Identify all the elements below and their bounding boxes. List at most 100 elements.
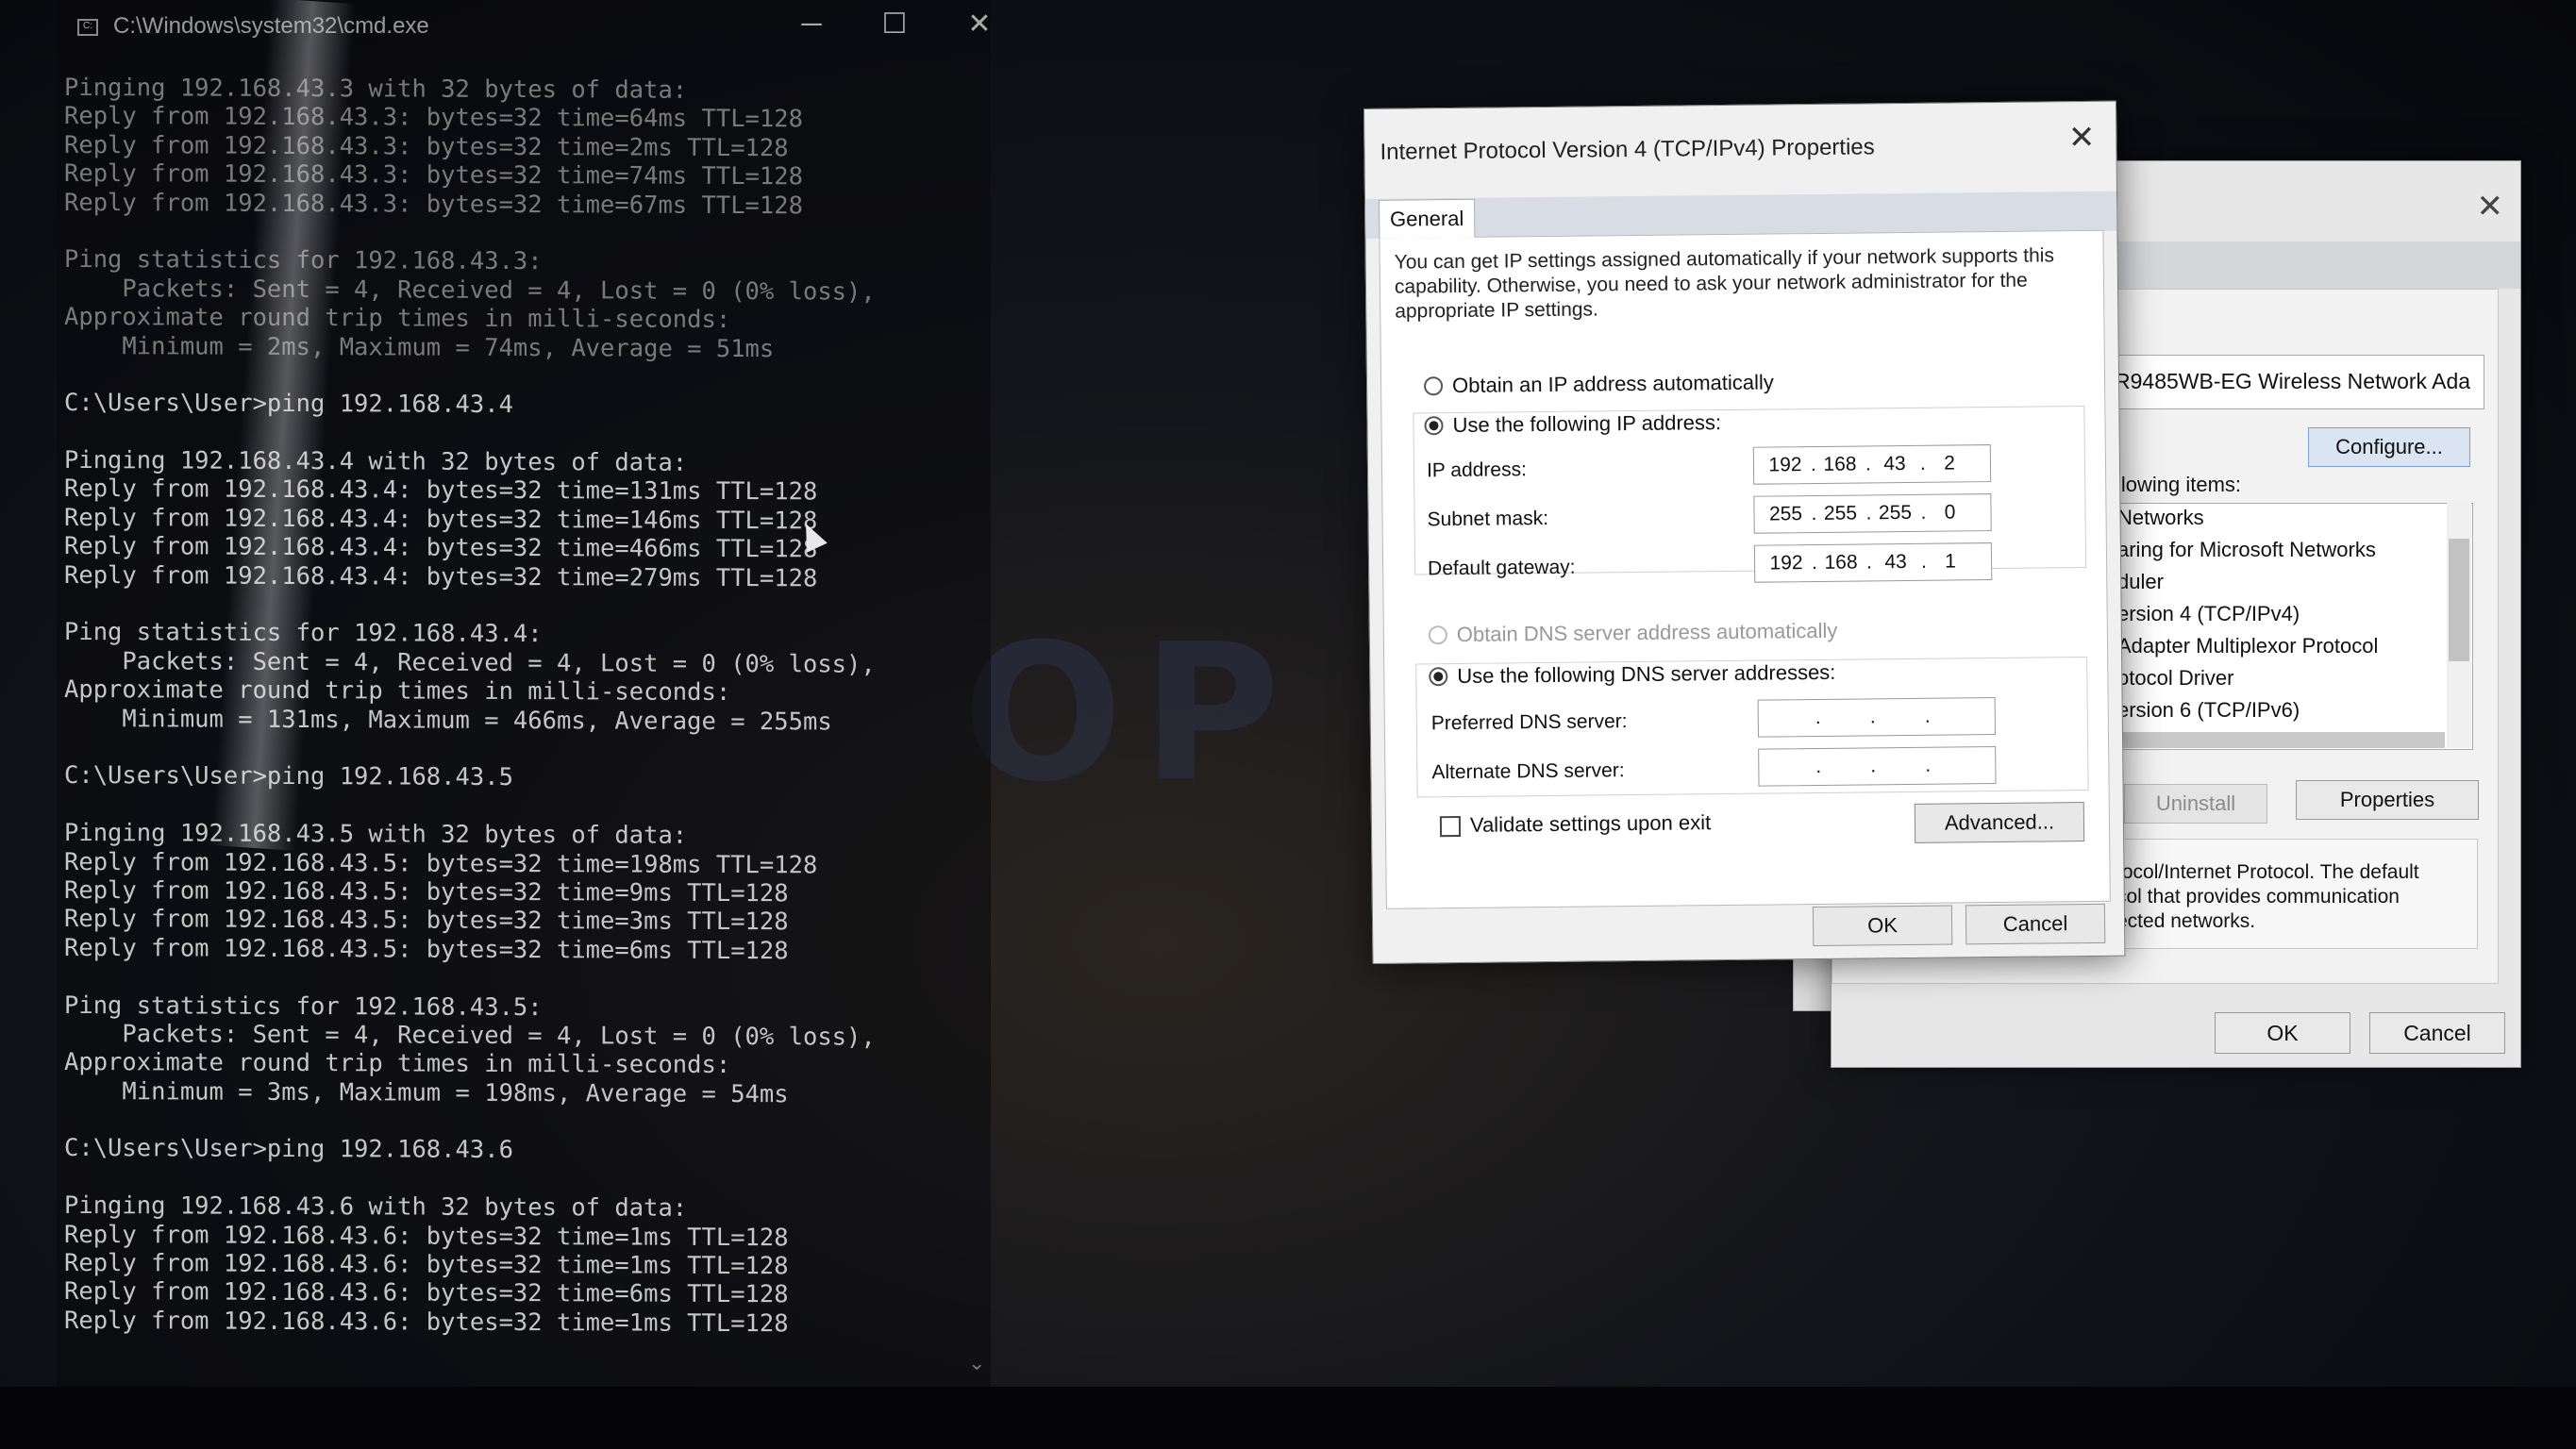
cmd-line (64, 360, 951, 392)
default-gateway-field[interactable]: 192. 168. 43. 1 (1753, 542, 1993, 583)
cmd-line: Pinging 192.168.43.6 with 32 bytes of da… (64, 1191, 688, 1224)
cmd-line: Reply from 192.168.43.4: bytes=32 time=2… (64, 560, 818, 593)
preferred-dns-field[interactable]: ... (1757, 697, 1996, 738)
cmd-window-title: C:\Windows\system32\cmd.exe (113, 13, 429, 39)
ipv4-properties-dialog: Internet Protocol Version 4 (TCP/IPv4) P… (1363, 100, 2126, 964)
subnet-mask-field[interactable]: 255. 255. 255. 0 (1753, 493, 1992, 534)
list-item[interactable]: duler (2117, 570, 2164, 594)
obtain-dns-auto-radio[interactable] (1428, 625, 1447, 645)
cmd-line (64, 418, 951, 450)
ip-address-field[interactable]: 192. 168. 43. 2 (1752, 444, 1992, 485)
cmd-line: Reply from 192.168.43.5: bytes=32 time=9… (64, 875, 789, 908)
advanced-button[interactable]: Advanced... (1914, 802, 2085, 843)
subnet-mask-label: Subnet mask: (1427, 507, 1549, 531)
intro-text: You can get IP settings assigned automat… (1394, 244, 2055, 323)
cmd-line: Reply from 192.168.43.6: bytes=32 time=1… (64, 1248, 789, 1281)
cmd-line: Minimum = 2ms, Maximum = 74ms, Average =… (64, 331, 775, 363)
list-item[interactable]: ersion 4 (TCP/IPv4) (2117, 602, 2300, 626)
cmd-line: Reply from 192.168.43.3: bytes=32 time=6… (64, 102, 803, 134)
horizontal-scrollbar[interactable] (2113, 732, 2445, 748)
monitor-bezel (0, 1387, 2576, 1449)
cmd-line: Pinging 192.168.43.4 with 32 bytes of da… (64, 446, 688, 477)
items-list[interactable]: Networks aring for Microsoft Networks du… (2113, 503, 2473, 750)
dialog-title: Internet Protocol Version 4 (TCP/IPv4) P… (1380, 134, 1875, 165)
ip-address-label: IP address: (1426, 458, 1527, 482)
cmd-line: Reply from 192.168.43.5: bytes=32 time=6… (64, 933, 789, 966)
list-item[interactable]: ersion 6 (TCP/IPv6) (2117, 698, 2300, 723)
cmd-line (64, 1106, 951, 1138)
cmd-line: C:\Users\User>ping 192.168.43.5 (64, 761, 513, 792)
cmd-line: Reply from 192.168.43.5: bytes=32 time=1… (64, 847, 818, 879)
cmd-line: Ping statistics for 192.168.43.3: (64, 245, 543, 276)
cmd-line: Reply from 192.168.43.6: bytes=32 time=1… (64, 1306, 789, 1339)
cmd-line: Reply from 192.168.43.5: bytes=32 time=3… (64, 905, 789, 937)
cmd-window: C: C:\Windows\system32\cmd.exe ─ ☐ ✕ Pin… (57, 0, 991, 1387)
alternate-dns-field[interactable]: ... (1758, 746, 1997, 787)
close-button[interactable]: ✕ (961, 6, 991, 43)
description-text: ected networks. (2116, 910, 2256, 932)
cmd-line: Reply from 192.168.43.6: bytes=32 time=6… (64, 1277, 789, 1309)
cmd-line: Reply from 192.168.43.3: bytes=32 time=7… (64, 159, 803, 192)
cmd-scrollbar[interactable] (964, 57, 989, 1377)
cmd-icon: C: (77, 19, 98, 36)
items-label: llowing items: (2116, 473, 2242, 496)
cancel-button[interactable]: Cancel (1965, 903, 2106, 945)
alternate-dns-label: Alternate DNS server: (1431, 759, 1625, 784)
cmd-line: Pinging 192.168.43.5 with 32 bytes of da… (64, 819, 688, 850)
close-icon[interactable]: ✕ (2068, 119, 2096, 157)
properties-button[interactable]: Properties (2296, 780, 2479, 820)
validate-label[interactable]: Validate settings upon exit (1470, 810, 1711, 838)
cmd-line (64, 791, 951, 823)
cmd-line: Reply from 192.168.43.3: bytes=32 time=6… (64, 188, 803, 220)
cmd-line: Ping statistics for 192.168.43.4: (64, 618, 543, 649)
description-text: tocol/Internet Protocol. The default (2116, 861, 2419, 883)
cmd-output[interactable]: Pinging 192.168.43.3 with 32 bytes of da… (64, 74, 951, 1339)
cmd-line: Approximate round trip times in milli-se… (64, 1048, 731, 1080)
list-item[interactable]: aring for Microsoft Networks (2117, 538, 2376, 562)
cmd-line: Reply from 192.168.43.3: bytes=32 time=2… (64, 130, 789, 163)
cmd-line (64, 962, 951, 994)
cmd-line: Minimum = 3ms, Maximum = 198ms, Average … (64, 1076, 789, 1108)
ok-button[interactable]: OK (2215, 1012, 2350, 1054)
cmd-line: Packets: Sent = 4, Received = 4, Lost = … (64, 274, 876, 307)
uninstall-button[interactable]: Uninstall (2124, 784, 2267, 824)
list-item[interactable]: Adapter Multiplexor Protocol (2117, 634, 2378, 658)
default-gateway-label: Default gateway: (1427, 556, 1576, 580)
use-following-ip-label[interactable]: Use the following IP address: (1452, 410, 1726, 439)
scroll-down-arrow-icon[interactable]: ⌄ (968, 1351, 985, 1375)
cmd-line (64, 590, 951, 622)
configure-button[interactable]: Configure... (2308, 427, 2470, 467)
validate-checkbox[interactable] (1439, 815, 1462, 838)
cmd-line (64, 733, 951, 765)
cmd-line (64, 1163, 951, 1195)
cmd-line: Reply from 192.168.43.6: bytes=32 time=1… (64, 1220, 789, 1252)
cmd-titlebar[interactable]: C: C:\Windows\system32\cmd.exe ─ ☐ ✕ (57, 0, 991, 58)
cmd-line: Pinging 192.168.43.3 with 32 bytes of da… (64, 73, 688, 105)
cmd-line: Packets: Sent = 4, Received = 4, Lost = … (64, 1019, 876, 1052)
cmd-line: Reply from 192.168.43.4: bytes=32 time=1… (64, 475, 818, 507)
scrollbar-thumb[interactable] (2449, 539, 2469, 661)
cmd-line: Packets: Sent = 4, Received = 4, Lost = … (64, 646, 876, 679)
obtain-ip-auto-label[interactable]: Obtain an IP address automatically (1452, 370, 1774, 398)
description-text: col that provides communication (2116, 886, 2400, 908)
cmd-line: Ping statistics for 192.168.43.5: (64, 991, 543, 1022)
cmd-line: Approximate round trip times in milli-se… (64, 675, 731, 708)
cmd-line: Approximate round trip times in milli-se… (64, 303, 731, 335)
close-icon[interactable]: ✕ (2477, 188, 2504, 225)
tab-general[interactable]: General (1379, 198, 1476, 239)
minimize-button[interactable]: ─ (793, 6, 830, 43)
obtain-ip-auto-radio[interactable] (1423, 376, 1444, 396)
cancel-button[interactable]: Cancel (2369, 1012, 2505, 1054)
ok-button[interactable]: OK (1812, 905, 1953, 947)
preferred-dns-label: Preferred DNS server: (1430, 710, 1628, 735)
cmd-line (64, 217, 951, 249)
obtain-dns-auto-label[interactable]: Obtain DNS server address automatically (1457, 619, 1838, 647)
use-following-ip-radio[interactable] (1424, 416, 1444, 436)
cmd-line: C:\Users\User>ping 192.168.43.4 (64, 389, 513, 420)
use-following-dns-radio[interactable] (1429, 667, 1448, 687)
use-following-dns-label[interactable]: Use the following DNS server addresses: (1457, 659, 1840, 689)
list-item[interactable]: Networks (2117, 506, 2204, 530)
list-item[interactable]: otocol Driver (2117, 666, 2233, 691)
maximize-button[interactable]: ☐ (876, 6, 913, 43)
adapter-name: R9485WB-EG Wireless Network Ada (2115, 369, 2471, 393)
